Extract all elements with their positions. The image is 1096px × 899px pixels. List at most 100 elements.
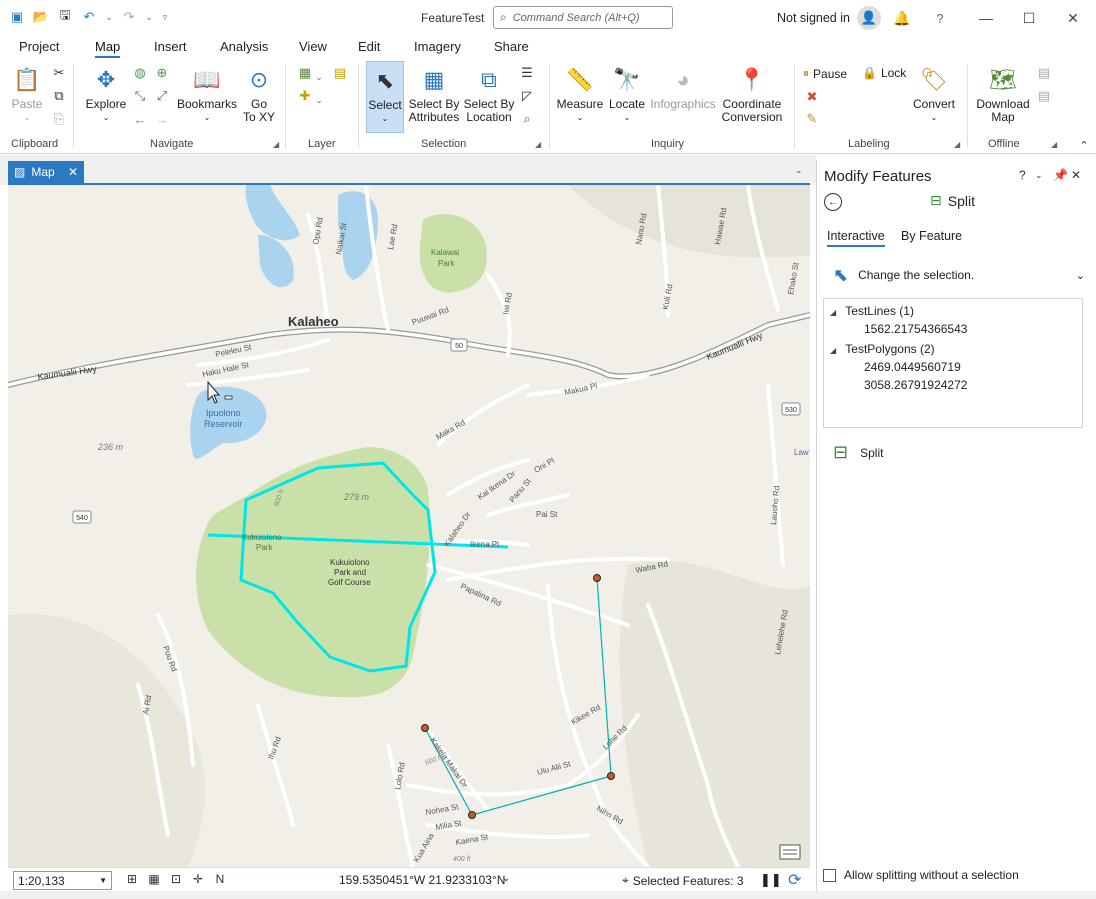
grid-icon[interactable]: ▦ — [145, 872, 163, 888]
collapse-ribbon-icon[interactable]: ⌃ — [1075, 136, 1093, 154]
refresh-icon[interactable]: ⟳ — [788, 870, 801, 890]
download-map-button[interactable]: 🗺 Download Map — [975, 64, 1031, 124]
unplaced-labels-icon[interactable]: ✖ — [803, 88, 821, 106]
previous-extent-icon[interactable]: ← — [131, 110, 149, 128]
map-overview-icon[interactable] — [779, 844, 801, 860]
vertex-marker[interactable] — [468, 811, 476, 819]
tab-map[interactable]: Map — [95, 39, 121, 58]
zoom-selection-icon[interactable]: ⊕ — [153, 64, 171, 82]
tab-share[interactable]: Share — [494, 39, 529, 54]
map-view[interactable]: 50 540 530 Kalaheo Kalawai Park Ipuolono… — [8, 185, 810, 867]
chevron-down-icon[interactable]: ⌄ — [1076, 269, 1085, 282]
basemap-icon[interactable]: ▦ — [296, 64, 314, 82]
explore-button[interactable]: ✥ Explore ⌄ — [84, 64, 128, 124]
redo-dropdown-icon[interactable]: ⌄ — [144, 8, 154, 26]
open-project-icon[interactable]: 📂 — [32, 8, 50, 26]
signed-in-status[interactable]: Not signed in — [777, 11, 850, 25]
measure-button[interactable]: 📏 Measure ⌄ — [556, 64, 604, 124]
clear-selection-icon[interactable]: ◸ — [518, 87, 536, 105]
notifications-bell-icon[interactable]: 🔔 — [891, 7, 913, 29]
allow-splitting-option[interactable]: Allow splitting without a selection — [823, 868, 1019, 882]
copy-icon[interactable]: ⧉ — [50, 87, 68, 105]
map-view-tab[interactable]: ▨ Map ✕ — [8, 161, 84, 183]
save-project-icon[interactable]: 🖫 — [56, 7, 74, 26]
labeling-launcher-icon[interactable]: ◢ — [954, 140, 960, 149]
vertex-marker[interactable] — [593, 574, 601, 582]
fixed-zoom-in-icon[interactable]: ⤡ — [131, 87, 149, 105]
select-by-attributes-button[interactable]: ▦ Select By Attributes — [406, 64, 462, 124]
change-selection-dropdown[interactable]: ⬉ Change the selection. ⌄ — [833, 262, 1085, 288]
locate-button[interactable]: 🔭 Locate ⌄ — [606, 64, 648, 124]
fixed-zoom-icon[interactable]: ⊞ — [123, 872, 141, 888]
selected-features-indicator[interactable]: ⌖ Selected Features: 3 — [622, 873, 744, 888]
help-icon[interactable]: ? — [929, 7, 951, 29]
tree-feature-item[interactable]: 1562.21754366543 — [864, 322, 967, 336]
tab-analysis[interactable]: Analysis — [220, 39, 268, 54]
tree-layer-testlines[interactable]: ◢ TestLines (1) — [830, 304, 914, 318]
split-button[interactable]: ⊟ Split — [833, 442, 883, 463]
full-extent-icon[interactable]: ◍ — [131, 64, 149, 82]
pane-options-icon[interactable]: ⌄ — [1035, 170, 1043, 181]
minimize-icon[interactable]: — — [975, 7, 997, 29]
allow-splitting-checkbox[interactable] — [823, 868, 836, 882]
label-priority-icon[interactable]: ✎ — [803, 110, 821, 128]
vertex-marker[interactable] — [421, 724, 429, 732]
convert-button[interactable]: 🏷 Convert ⌄ — [911, 64, 957, 124]
tab-edit[interactable]: Edit — [358, 39, 380, 54]
cut-icon[interactable]: ✂ — [50, 64, 68, 82]
redo-icon[interactable]: ↷ — [120, 8, 138, 26]
pause-drawing-icon[interactable]: ❚❚ — [760, 872, 782, 888]
pane-menu-dropdown-icon[interactable]: ⌄ — [795, 165, 803, 176]
pause-labels-button[interactable]: ⏸ Pause — [803, 66, 847, 81]
navigate-launcher-icon[interactable]: ◢ — [273, 140, 279, 149]
collapse-triangle-icon[interactable]: ◢ — [830, 346, 836, 355]
pane-help-icon[interactable]: ? — [1019, 168, 1026, 182]
tab-project[interactable]: Project — [19, 39, 59, 54]
collapse-triangle-icon[interactable]: ◢ — [830, 308, 836, 317]
basemap-dropdown-icon[interactable]: ⌄ — [314, 68, 324, 86]
tab-imagery[interactable]: Imagery — [414, 39, 461, 54]
zoom-to-selection-icon[interactable]: ⌕ — [518, 110, 536, 128]
map-canvas[interactable]: 50 540 530 Kalaheo Kalawai Park Ipuolono… — [8, 185, 810, 867]
undo-dropdown-icon[interactable]: ⌄ — [104, 8, 114, 26]
north-arrow-icon[interactable]: N — [211, 872, 229, 888]
fixed-zoom-out-icon[interactable]: ⤢ — [153, 87, 171, 105]
add-preset-icon[interactable]: ✚ — [296, 87, 314, 105]
user-avatar-icon[interactable]: 👤 — [857, 6, 881, 30]
tab-interactive[interactable]: Interactive — [827, 229, 885, 247]
attributes-icon[interactable]: ☰ — [518, 64, 536, 82]
add-data-icon[interactable]: ▤ — [331, 64, 349, 82]
remove-offline-icon[interactable]: ▤ — [1035, 87, 1053, 105]
command-search-input[interactable]: ⌕ Command Search (Alt+Q) — [493, 6, 673, 29]
close-window-icon[interactable]: ✕ — [1062, 7, 1084, 29]
infographics-button[interactable]: ◕ Infographics — [648, 64, 718, 111]
selection-launcher-icon[interactable]: ◢ — [535, 140, 541, 149]
customize-toolbar-icon[interactable]: ▿ — [160, 8, 170, 26]
next-extent-icon[interactable]: → — [153, 110, 171, 128]
scale-dropdown-icon[interactable]: ▼ — [99, 876, 107, 885]
lock-labels-button[interactable]: 🔒 Lock — [862, 66, 906, 80]
go-to-xy-button[interactable]: ⊙ Go To XY — [241, 64, 277, 124]
vertex-marker[interactable] — [607, 772, 615, 780]
undo-icon[interactable]: ↶ — [80, 8, 98, 26]
select-button[interactable]: ⬉ Select ⌄ — [366, 61, 404, 133]
coordinate-conversion-button[interactable]: 📍 Coordinate Conversion — [720, 64, 784, 124]
tree-feature-item[interactable]: 2469.0449560719 — [864, 360, 961, 374]
pane-pin-icon[interactable]: 📌 — [1053, 168, 1068, 182]
close-tab-icon[interactable]: ✕ — [68, 165, 78, 179]
coordinates-dropdown-icon[interactable]: ⌄ — [502, 873, 510, 884]
offline-launcher-icon[interactable]: ◢ — [1051, 140, 1057, 149]
snapping-icon[interactable]: ⊡ — [167, 872, 185, 888]
crosshair-icon[interactable]: ✛ — [189, 872, 207, 888]
tab-by-feature[interactable]: By Feature — [901, 229, 962, 243]
bookmarks-button[interactable]: 📖 Bookmarks ⌄ — [175, 64, 239, 124]
pane-close-icon[interactable]: ✕ — [1071, 168, 1081, 182]
tree-layer-testpolygons[interactable]: ◢ TestPolygons (2) — [830, 342, 935, 356]
select-by-location-button[interactable]: ⧉ Select By Location — [463, 64, 515, 124]
maximize-icon[interactable]: ☐ — [1018, 7, 1040, 29]
copy-path-icon[interactable]: ⎘ — [50, 110, 68, 128]
add-preset-dropdown-icon[interactable]: ⌄ — [314, 91, 324, 109]
scale-selector[interactable]: 1:20,133 ▼ — [13, 871, 112, 890]
new-project-icon[interactable]: ▣ — [8, 8, 26, 26]
tab-view[interactable]: View — [299, 39, 327, 54]
